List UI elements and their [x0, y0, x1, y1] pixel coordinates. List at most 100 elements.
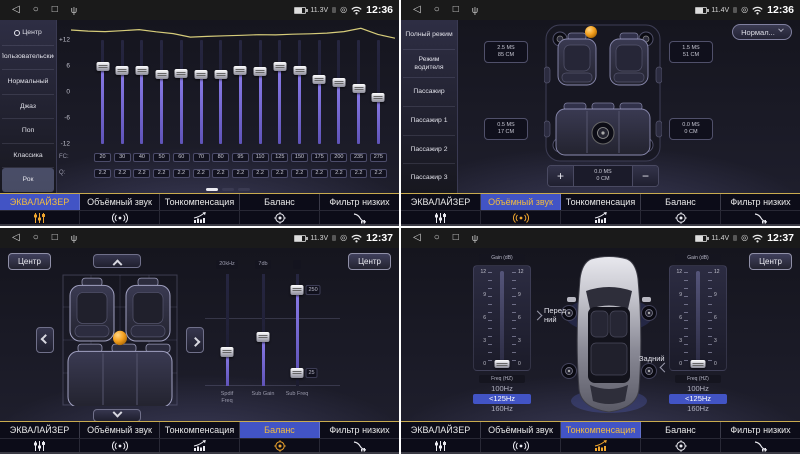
back-button[interactable]: ◁ [413, 5, 421, 15]
eq-band-275hz[interactable]: 2752.2 [369, 40, 388, 178]
eq-band-20hz[interactable]: 202.2 [93, 40, 112, 178]
balance-icon[interactable] [641, 439, 721, 452]
home-button[interactable]: ○ [434, 5, 440, 15]
cabin-diagram[interactable] [544, 23, 662, 163]
tab-balance[interactable]: Баланс [240, 422, 320, 438]
equalizer-icon[interactable] [401, 211, 481, 224]
home-button[interactable]: ○ [434, 233, 440, 243]
eq-slider-handle[interactable] [234, 66, 247, 75]
center-left-button[interactable]: Центр [8, 253, 51, 270]
balance-icon[interactable] [240, 211, 320, 224]
gain-slider[interactable]: 129630 129630 [669, 265, 727, 371]
tab-balance[interactable]: Баланс [641, 422, 721, 438]
loudness-icon[interactable] [561, 211, 641, 224]
back-button[interactable]: ◁ [12, 233, 20, 243]
balance-icon[interactable] [240, 439, 320, 452]
mode-1[interactable]: Полный режим [403, 21, 455, 50]
tab-loudness[interactable]: Тонкомпенсация [160, 422, 240, 438]
eq-slider-handle[interactable] [155, 70, 168, 79]
eq-band-40hz[interactable]: 402.2 [132, 40, 151, 178]
eq-slider-handle[interactable] [175, 69, 188, 78]
surround-icon[interactable] [481, 439, 561, 452]
tab-loudness[interactable]: Тонкомпенсация [561, 422, 641, 438]
freq-option-125Hz[interactable]: <125Hz [669, 394, 727, 404]
equalizer-icon[interactable] [401, 439, 481, 452]
lowpass-icon[interactable] [320, 211, 399, 224]
equalizer-icon[interactable] [0, 439, 80, 452]
preset-2[interactable]: Пользовательские [2, 46, 54, 71]
tab-loudness[interactable]: Тонкомпенсация [561, 194, 641, 210]
lowpass-icon[interactable] [721, 211, 800, 224]
back-button[interactable]: ◁ [12, 5, 20, 15]
eq-slider-handle[interactable] [116, 66, 129, 75]
listening-position-marker[interactable] [585, 26, 597, 38]
surround-icon[interactable] [80, 211, 160, 224]
tab-equalizer[interactable]: ЭКВАЛАЙЗЕР [0, 194, 80, 210]
tab-surround[interactable]: Объёмный звук [481, 422, 561, 438]
spdif-freq-slider[interactable]: 20kHzSpdif Freq [209, 260, 245, 405]
preset-3[interactable]: Нормальный [2, 70, 54, 95]
lowpass-icon[interactable] [721, 439, 800, 452]
freq-option-160Hz[interactable]: 160Hz [473, 404, 531, 414]
eq-slider-handle[interactable] [254, 67, 267, 76]
eq-slider-handle[interactable] [352, 84, 365, 93]
gain-handle[interactable] [691, 360, 706, 368]
tab-equalizer[interactable]: ЭКВАЛАЙЗЕР [401, 194, 481, 210]
loudness-icon[interactable] [160, 439, 240, 452]
sub-freq-slider[interactable]: 25250Sub Freq [279, 260, 315, 398]
recents-button[interactable]: □ [453, 233, 459, 243]
gain-handle[interactable] [495, 360, 510, 368]
preset-5[interactable]: Поп [2, 119, 54, 144]
eq-band-175hz[interactable]: 1752.2 [310, 40, 329, 178]
equalizer-icon[interactable] [0, 211, 80, 224]
slider-handle[interactable] [257, 332, 270, 342]
eq-band-80hz[interactable]: 802.2 [211, 40, 230, 178]
home-button[interactable]: ○ [33, 233, 39, 243]
freq-option-160Hz[interactable]: 160Hz [669, 404, 727, 414]
loudness-icon[interactable] [160, 211, 240, 224]
eq-slider-handle[interactable] [332, 78, 345, 87]
home-button[interactable]: ○ [33, 5, 39, 15]
eq-band-60hz[interactable]: 602.2 [172, 40, 191, 178]
eq-slider-handle[interactable] [96, 62, 109, 71]
slider-handle[interactable] [221, 347, 234, 357]
tab-equalizer[interactable]: ЭКВАЛАЙЗЕР [401, 422, 481, 438]
preset-dropdown[interactable]: Нормал... [732, 24, 792, 40]
tab-balance[interactable]: Баланс [641, 194, 721, 210]
mode-4[interactable]: Пассажир 1 [403, 107, 455, 136]
sub-gain-slider[interactable]: 7dbSub Gain [245, 260, 281, 398]
tab-lowpass[interactable]: Фильтр низких [721, 194, 800, 210]
eq-band-200hz[interactable]: 2002.2 [329, 40, 348, 178]
delay-plus-button[interactable]: + [548, 166, 574, 186]
slider-handle[interactable]: 250 [291, 285, 304, 295]
eq-slider-handle[interactable] [195, 70, 208, 79]
lowpass-icon[interactable] [320, 439, 399, 452]
surround-icon[interactable] [481, 211, 561, 224]
tab-loudness[interactable]: Тонкомпенсация [160, 194, 240, 210]
preset-7[interactable]: Рок [2, 168, 54, 192]
eq-slider-handle[interactable] [313, 75, 326, 84]
eq-slider-handle[interactable] [135, 66, 148, 75]
center-right-button[interactable]: Центр [348, 253, 391, 270]
eq-band-125hz[interactable]: 1252.2 [270, 40, 289, 178]
tab-lowpass[interactable]: Фильтр низких [721, 422, 800, 438]
eq-band-110hz[interactable]: 1102.2 [251, 40, 270, 178]
eq-band-235hz[interactable]: 2352.2 [349, 40, 368, 178]
tab-surround[interactable]: Объёмный звук [481, 194, 561, 210]
tab-equalizer[interactable]: ЭКВАЛАЙЗЕР [0, 422, 80, 438]
eq-slider-handle[interactable] [372, 93, 385, 102]
eq-slider-handle[interactable] [293, 66, 306, 75]
eq-slider-handle[interactable] [214, 70, 227, 79]
mode-2[interactable]: Режим водителя [403, 50, 455, 79]
recents-button[interactable]: □ [52, 233, 58, 243]
page-dot[interactable] [222, 188, 234, 191]
freq-option-100Hz[interactable]: 100Hz [669, 384, 727, 394]
preset-6[interactable]: Классика [2, 144, 54, 169]
eq-band-150hz[interactable]: 1502.2 [290, 40, 309, 178]
preset-4[interactable]: Джаз [2, 95, 54, 120]
slider-handle[interactable]: 25 [291, 368, 304, 378]
tab-surround[interactable]: Объёмный звук [80, 422, 160, 438]
freq-option-125Hz[interactable]: <125Hz [473, 394, 531, 404]
tab-lowpass[interactable]: Фильтр низких [320, 422, 399, 438]
recents-button[interactable]: □ [52, 5, 58, 15]
